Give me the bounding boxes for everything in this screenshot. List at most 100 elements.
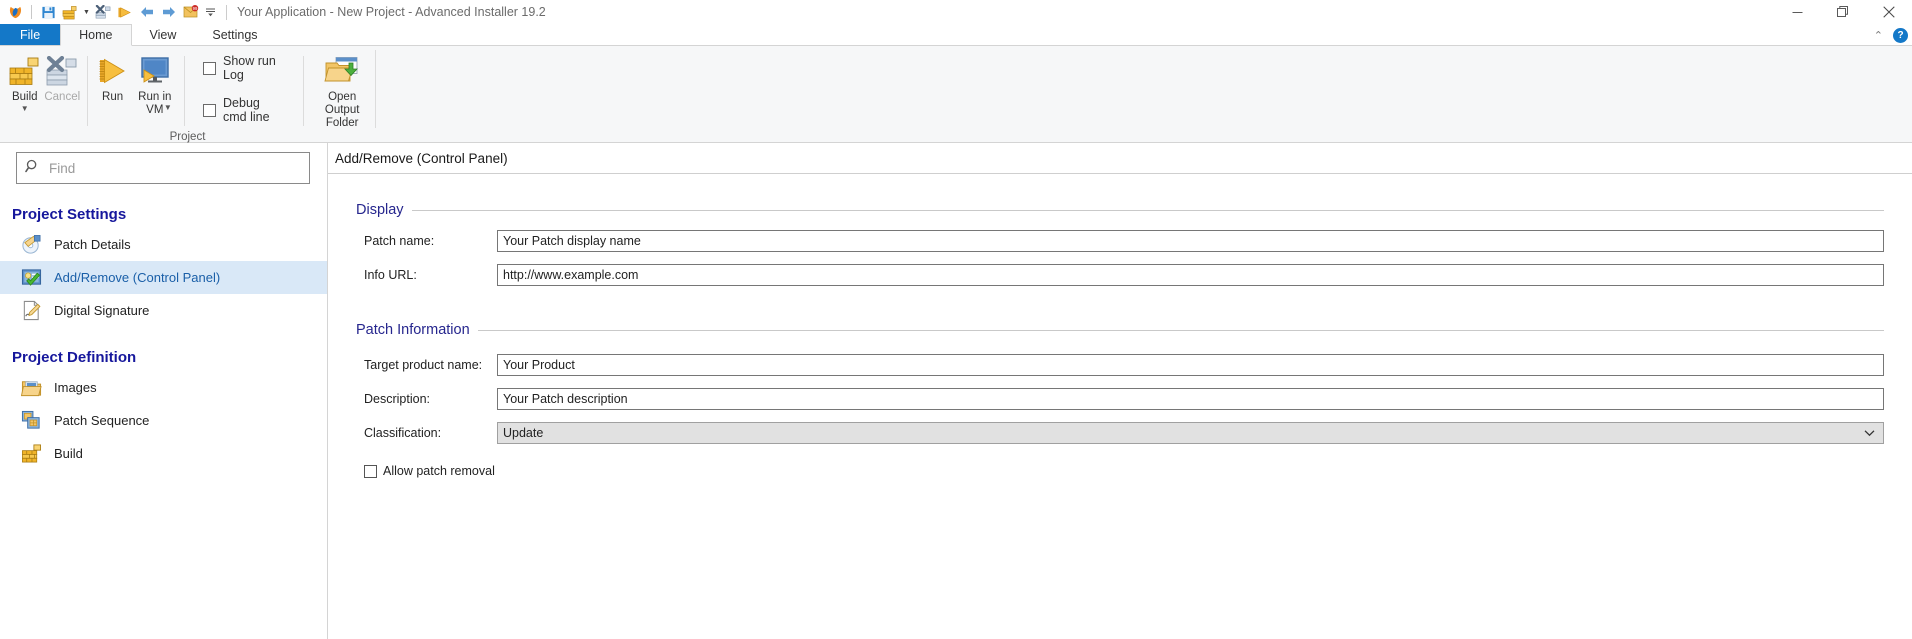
- app-logo-icon[interactable]: [4, 1, 26, 23]
- back-arrow-icon[interactable]: [136, 1, 158, 23]
- chevron-down-icon[interactable]: [1864, 423, 1875, 443]
- target-product-name-label: Target product name:: [364, 358, 483, 372]
- description-label: Description:: [364, 392, 430, 406]
- build-button[interactable]: Build ▼: [6, 50, 44, 113]
- tab-settings[interactable]: Settings: [194, 24, 275, 45]
- ribbon-checkbox-column: Show run Log Debug cmd line: [191, 50, 297, 128]
- search-box[interactable]: [16, 152, 310, 184]
- sidebar-item-add-remove[interactable]: Add/Remove (Control Panel): [0, 261, 327, 294]
- classification-combo[interactable]: Update: [497, 422, 1884, 444]
- run-icon[interactable]: [114, 1, 136, 23]
- allow-patch-removal-checkbox-box[interactable]: [364, 464, 377, 478]
- title-divider: [226, 4, 227, 20]
- qat-customize-icon[interactable]: [202, 1, 218, 23]
- run-in-vm-monitor-icon: [138, 54, 172, 88]
- debug-cmd-line-label: Debug cmd line: [223, 96, 270, 124]
- patch-sequence-icon: [20, 410, 42, 432]
- ribbon: Build ▼ Cancel Run Run in VM ▼ Show run …: [0, 46, 1912, 143]
- open-output-folder-icon: [324, 54, 360, 88]
- sidebar-item-build[interactable]: Build: [0, 437, 327, 470]
- sidebar-item-images-label: Images: [54, 380, 97, 395]
- title-bar: ▼ 99 Your Application - New Project - Ad…: [0, 0, 1912, 24]
- sidebar-item-patch-sequence[interactable]: Patch Sequence: [0, 404, 327, 437]
- build-dropdown-caret[interactable]: ▼: [21, 105, 29, 113]
- new-project-dropdown-caret[interactable]: ▼: [81, 1, 92, 23]
- minimize-button[interactable]: [1774, 0, 1820, 24]
- patch-name-field[interactable]: [497, 230, 1884, 252]
- run-play-icon: [97, 54, 129, 88]
- digital-signature-icon: [20, 300, 42, 322]
- ribbon-divider-1: [87, 56, 88, 126]
- open-output-folder-button[interactable]: Open Output Folder: [309, 50, 375, 130]
- patch-details-icon: [20, 234, 42, 256]
- allow-patch-removal-checkbox[interactable]: Allow patch removal: [328, 464, 1912, 478]
- sidebar-item-digital-signature[interactable]: Digital Signature: [0, 294, 327, 327]
- sidebar-item-patch-details-label: Patch Details: [54, 237, 131, 252]
- tab-home[interactable]: Home: [60, 24, 132, 46]
- tabstrip-right-controls: ⌃ ?: [1874, 24, 1908, 46]
- cancel-x-icon: [45, 54, 79, 88]
- window-title: Your Application - New Project - Advance…: [237, 5, 546, 19]
- close-button[interactable]: [1866, 0, 1912, 24]
- save-icon[interactable]: [37, 1, 59, 23]
- run-button[interactable]: Run: [94, 50, 132, 104]
- show-run-log-checkbox-box[interactable]: [203, 61, 217, 75]
- forward-arrow-icon[interactable]: [158, 1, 180, 23]
- run-button-label: Run: [102, 91, 124, 103]
- form-row-description: Description:: [328, 388, 1912, 410]
- tab-file[interactable]: File: [0, 24, 61, 45]
- form-row-classification: Classification: Update: [328, 422, 1912, 444]
- section-patch-information: Patch Information Target product name: D…: [328, 322, 1912, 478]
- notifications-icon[interactable]: 99: [180, 1, 202, 23]
- target-product-name-field[interactable]: [497, 354, 1884, 376]
- sidebar-section-project-definition-title: Project Definition: [12, 349, 137, 366]
- search-icon: [25, 159, 39, 178]
- help-icon[interactable]: ?: [1893, 27, 1908, 43]
- ribbon-divider-2: [184, 56, 186, 126]
- sidebar-section-project-settings-title: Project Settings: [12, 206, 127, 223]
- ribbon-group-divider: [375, 50, 376, 128]
- tab-view[interactable]: View: [132, 24, 195, 45]
- section-patch-information-title: Patch Information: [356, 322, 470, 338]
- sidebar: Project Settings Patch Details: [0, 143, 328, 639]
- window-controls: [1774, 0, 1912, 24]
- section-display: Display Patch name: Info URL:: [328, 202, 1912, 286]
- info-url-label: Info URL:: [364, 268, 417, 282]
- content-panel: Add/Remove (Control Panel) Display Patch…: [328, 143, 1912, 639]
- section-patch-information-header: Patch Information: [328, 322, 1912, 338]
- main-body: Project Settings Patch Details: [0, 143, 1912, 639]
- run-in-vm-dropdown-caret[interactable]: ▼: [164, 104, 172, 112]
- sidebar-item-patch-details[interactable]: Patch Details: [0, 228, 327, 261]
- add-remove-icon: [20, 267, 42, 289]
- collapse-ribbon-icon[interactable]: ⌃: [1874, 29, 1883, 42]
- run-in-vm-button[interactable]: Run in VM ▼: [131, 50, 178, 116]
- content-body: Display Patch name: Info URL:: [328, 174, 1912, 639]
- build-icon[interactable]: [92, 1, 114, 23]
- sidebar-item-patch-sequence-label: Patch Sequence: [54, 413, 150, 428]
- quick-access-toolbar: ▼ 99: [4, 1, 227, 23]
- sidebar-item-build-label: Build: [54, 446, 83, 461]
- build-button-label: Build: [11, 91, 38, 103]
- section-patch-information-rule: [477, 329, 1884, 331]
- cancel-button[interactable]: Cancel: [44, 50, 82, 104]
- open-output-folder-label: Open Output Folder: [324, 91, 360, 129]
- sidebar-item-images[interactable]: Images: [0, 371, 327, 404]
- content-header: Add/Remove (Control Panel): [328, 143, 1912, 174]
- build-icon: [20, 443, 42, 465]
- info-url-field[interactable]: [497, 264, 1884, 286]
- form-row-info-url: Info URL:: [328, 264, 1912, 286]
- ribbon-group-project: Build ▼ Cancel Run Run in VM ▼ Show run …: [0, 46, 375, 143]
- section-display-title: Display: [356, 202, 404, 218]
- svg-text:99: 99: [193, 6, 198, 11]
- maximize-restore-button[interactable]: [1820, 0, 1866, 24]
- search-input[interactable]: [47, 159, 301, 177]
- show-run-log-checkbox[interactable]: Show run Log: [203, 54, 287, 82]
- debug-cmd-line-checkbox-box[interactable]: [203, 103, 217, 117]
- page-title: Add/Remove (Control Panel): [335, 150, 508, 166]
- images-icon: [20, 377, 42, 399]
- classification-value: Update: [503, 426, 544, 440]
- new-project-icon[interactable]: [59, 1, 81, 23]
- ribbon-divider-3: [302, 56, 304, 126]
- description-field[interactable]: [497, 388, 1884, 410]
- debug-cmd-line-checkbox[interactable]: Debug cmd line: [203, 96, 287, 124]
